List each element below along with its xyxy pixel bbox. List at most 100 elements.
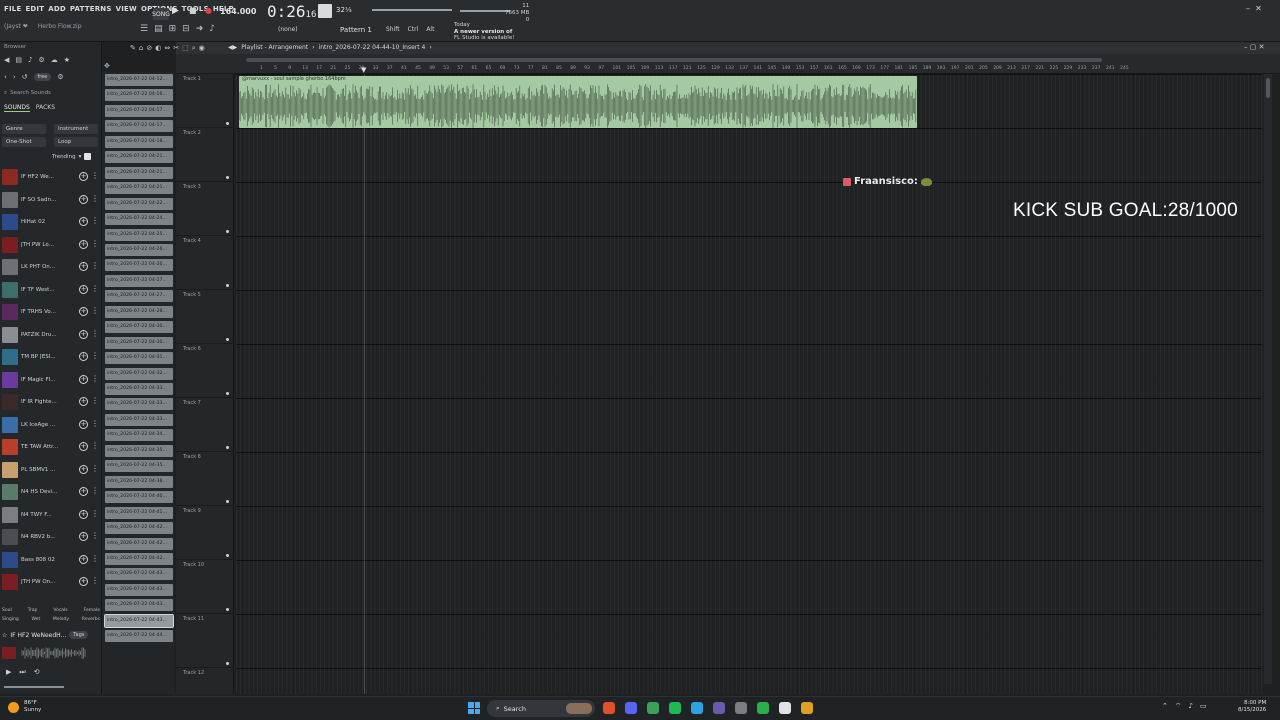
preview-waveform[interactable]	[2, 646, 92, 660]
current-sound[interactable]: ☆ IF HF2 WeNeedH... Tags	[2, 631, 89, 639]
playlist-minimize-icon[interactable]: –	[1244, 43, 1248, 51]
tag-melody[interactable]: Melody	[53, 617, 69, 622]
track-header[interactable]: Track 3	[176, 182, 234, 236]
sound-item[interactable]: Bass 808 02 + ⋮	[0, 549, 102, 572]
slice-icon[interactable]: ✂	[173, 44, 179, 53]
close-icon[interactable]: ✕	[1255, 4, 1262, 13]
menu-patterns[interactable]: PATTERNS	[70, 5, 112, 13]
add-sound-icon[interactable]: +	[79, 509, 88, 519]
file-icon[interactable]: ▤	[15, 56, 22, 64]
add-sound-icon[interactable]: +	[79, 577, 88, 586]
key-shift[interactable]: Shift	[386, 26, 400, 33]
tag-wet[interactable]: Wet	[31, 617, 40, 622]
add-sound-icon[interactable]: +	[79, 284, 88, 294]
playback-icon[interactable]: ◉	[199, 44, 205, 53]
paint-icon[interactable]: ⌂	[139, 44, 143, 53]
settings-icon[interactable]: ⚙	[57, 73, 63, 81]
clip-item[interactable]: intro_2026-07-22 04-30...	[105, 336, 173, 349]
preview-volume-slider[interactable]	[4, 686, 64, 688]
more-options-icon[interactable]: ⋮	[91, 239, 99, 248]
sound-item[interactable]: IF IR Fighte... + ⋮	[0, 391, 102, 414]
clip-item[interactable]: intro_2026-07-22 04-41...	[105, 506, 173, 519]
update-notice[interactable]: Today A newer version of FL Studio is av…	[454, 22, 514, 42]
add-sound-icon[interactable]: +	[79, 329, 88, 339]
clip-item[interactable]: intro_2026-07-22 04-27...	[105, 274, 173, 287]
add-sound-icon[interactable]: +	[79, 464, 88, 474]
menu-view[interactable]: VIEW	[116, 5, 137, 13]
track-mute-dot-icon[interactable]	[226, 338, 229, 341]
shield-icon[interactable]	[801, 702, 813, 714]
pencil-icon[interactable]: ✎	[130, 44, 136, 53]
move-icon[interactable]: ✥	[104, 62, 110, 70]
preview-next-icon[interactable]: ⏭	[19, 668, 25, 677]
menu-file[interactable]: FILE	[4, 5, 21, 13]
arrangement-grid[interactable]	[236, 74, 1262, 694]
snap-display[interactable]: 32⅓	[336, 6, 352, 14]
playlist-play-icon[interactable]: ◀▶	[228, 44, 237, 51]
sound-item[interactable]: TE TAW Attr... + ⋮	[0, 436, 102, 459]
clip-item[interactable]: intro_2026-07-22 04-24...	[105, 213, 173, 226]
clip-item[interactable]: intro_2026-07-22 04-25...	[105, 228, 173, 241]
clip-item[interactable]: intro_2026-07-22 04-40...	[105, 491, 173, 504]
fl-studio-active-icon[interactable]	[713, 702, 725, 714]
tag-trap[interactable]: Trap	[28, 608, 38, 613]
vertical-scrollbar[interactable]	[1264, 74, 1272, 684]
delete-icon[interactable]: ⊘	[146, 44, 152, 53]
pattern-selector[interactable]: (none)	[278, 26, 298, 33]
clip-item[interactable]: intro_2026-07-22 04-32...	[105, 367, 173, 380]
more-options-icon[interactable]: ⋮	[91, 464, 99, 473]
clip-item[interactable]: intro_2026-07-22 04-38...	[105, 475, 173, 488]
more-options-icon[interactable]: ⋮	[91, 351, 99, 360]
add-sound-icon[interactable]: +	[79, 554, 88, 564]
track-mute-dot-icon[interactable]	[226, 284, 229, 287]
sound-item[interactable]: LK PHT On... + ⋮	[0, 256, 102, 279]
sound-item[interactable]: N4 HS Devi... + ⋮	[0, 481, 102, 504]
tag-soul[interactable]: Soul	[2, 608, 12, 613]
clip-item[interactable]: intro_2026-07-22 04-17...	[105, 120, 173, 133]
volume-icon[interactable]: ♪	[1188, 702, 1192, 711]
track-header[interactable]: Track 6	[176, 344, 234, 398]
filter-loop[interactable]: Loop	[54, 137, 98, 147]
add-sound-icon[interactable]: +	[79, 397, 88, 406]
time-display[interactable]: 0:2616	[267, 2, 316, 21]
clip-item[interactable]: intro_2026-07-22 04-33...	[105, 398, 173, 411]
sound-item[interactable]: IF TRHS Vo... + ⋮	[0, 301, 102, 324]
horizontal-scrollbar[interactable]	[246, 58, 1102, 62]
nav-fwd-icon[interactable]: ›	[13, 73, 16, 81]
clip-item[interactable]: intro_2026-07-22 04-21...	[105, 182, 173, 195]
fl-studio-a-icon[interactable]	[647, 702, 659, 714]
more-options-icon[interactable]: ⋮	[91, 554, 99, 563]
more-options-icon[interactable]: ⋮	[91, 419, 99, 428]
clip-item[interactable]: intro_2026-07-22 04-44...	[105, 630, 173, 643]
track-mute-dot-icon[interactable]	[226, 500, 229, 503]
clip-item[interactable]: intro_2026-07-22 04-35...	[105, 444, 173, 457]
star-icon[interactable]: ★	[64, 56, 70, 64]
more-options-icon[interactable]: ⋮	[91, 486, 99, 495]
more-options-icon[interactable]: ⋮	[91, 374, 99, 383]
clip-item[interactable]: intro_2026-07-22 04-43...	[105, 599, 173, 612]
mute-icon[interactable]: ◐	[155, 44, 161, 53]
pattern-name[interactable]: Pattern 1	[340, 26, 372, 34]
track-mute-dot-icon[interactable]	[226, 446, 229, 449]
refresh-icon[interactable]: ↺	[22, 73, 28, 81]
sound-item[interactable]: JTH PW Lo... + ⋮	[0, 234, 102, 257]
sound-item[interactable]: JTH PW On... + ⋮	[0, 571, 102, 594]
camera-icon[interactable]	[779, 702, 791, 714]
clip-item[interactable]: intro_2026-07-22 04-12...	[105, 74, 173, 86]
track-header[interactable]: Track 2	[176, 128, 234, 182]
nav-back-icon[interactable]: ‹	[4, 73, 7, 81]
more-options-icon[interactable]: ⋮	[91, 509, 99, 518]
zoom-icon[interactable]: ⌕	[192, 44, 196, 53]
more-options-icon[interactable]: ⋮	[91, 396, 99, 405]
track-mute-dot-icon[interactable]	[226, 554, 229, 557]
slip-icon[interactable]: ⇔	[164, 44, 170, 53]
windows-start-icon[interactable]	[468, 702, 480, 714]
clip-item[interactable]: intro_2026-07-22 04-26...	[105, 259, 173, 272]
more-options-icon[interactable]: ⋮	[91, 194, 99, 203]
clip-item[interactable]: intro_2026-07-22 04-26...	[105, 243, 173, 256]
track-header[interactable]: Track 4	[176, 236, 234, 290]
clip-item[interactable]: intro_2026-07-22 04-42...	[105, 522, 173, 535]
track-header[interactable]: Track 7	[176, 398, 234, 452]
sound-item[interactable]: HiHat 02 + ⋮	[0, 211, 102, 234]
taskbar-search[interactable]: ⌕ Search	[487, 700, 595, 717]
